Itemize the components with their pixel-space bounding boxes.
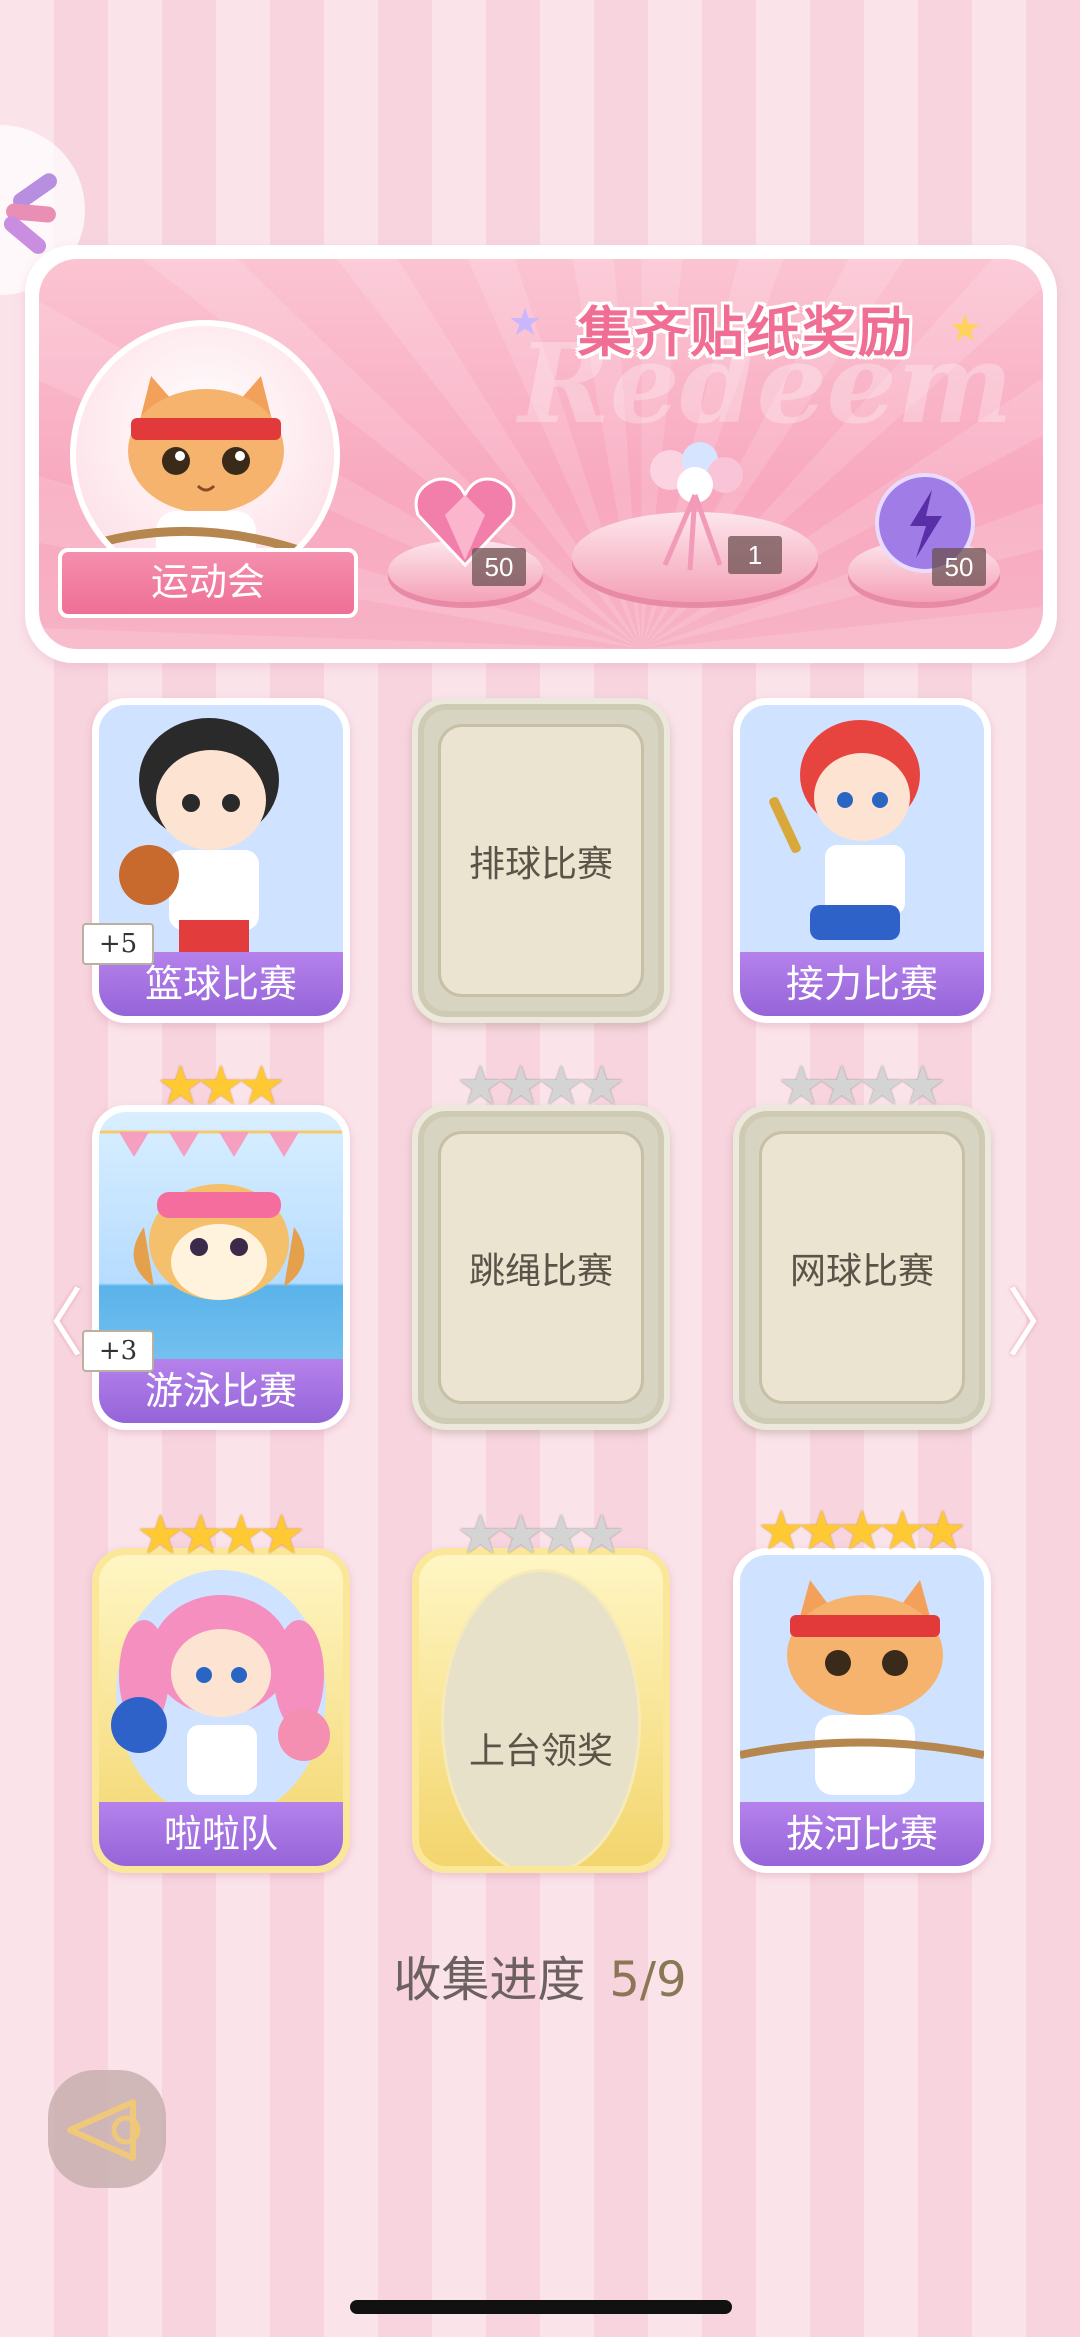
star-rating: ★★★★ [92,1508,350,1562]
card-frame: 接力比赛 [733,698,991,1023]
star-icon: ★ [898,1054,947,1117]
banner-title: 集齐贴纸奖励 [578,301,914,364]
bonus-badge: +5 [82,923,154,965]
card-frame-locked: 跳绳比赛 [412,1105,670,1430]
cheerleader-girl-illustration [111,1570,330,1820]
star-icon: ★ [508,300,543,344]
card-label: 上台领奖 [468,1731,613,1772]
collection-progress: 收集进度 5/9 [0,1940,1080,2010]
sticker-card-relay[interactable]: 接力比赛 [733,698,991,1023]
card-inner: 排球比赛 [438,724,644,997]
card-frame: 游泳比赛 [92,1105,350,1430]
sticker-card-swimming[interactable]: ★★★ 游泳比赛 +3 [82,1059,350,1430]
reward-quantity: 50 [932,548,986,586]
sticker-card-jump-rope[interactable]: 跳绳比赛 ★★★★ [412,1059,670,1430]
card-label: 拔河比赛 [740,1802,984,1866]
progress-value: 5/9 [609,1952,687,2008]
star-rating: ★★★★ [412,1508,670,1562]
card-label: 啦啦队 [99,1802,343,1866]
star-icon: ★ [257,1503,306,1566]
sticker-card-award-ceremony[interactable]: 上台领奖 ★★★★ [412,1508,670,1873]
back-arrow-icon [67,2099,141,2161]
back-button[interactable] [48,2070,166,2188]
sticker-card-volleyball[interactable]: 排球比赛 [412,698,670,1023]
cat-athlete-icon [104,376,318,581]
sticker-card-basketball[interactable]: 篮球比赛 +5 [82,698,350,1023]
bonus-badge: +3 [82,1330,154,1372]
card-frame-gold: 啦啦队 [92,1548,350,1873]
card-frame-locked: 网球比赛 [733,1105,991,1430]
sticker-card-cheerleading[interactable]: 啦啦队 ★★★★ [92,1508,350,1873]
sticker-card-tug-of-war[interactable]: 拔河比赛 ★★★★★ [733,1504,991,1873]
tug-of-war-cat-illustration [740,1580,984,1795]
relay-runner-illustration [769,720,920,940]
card-label: 接力比赛 [740,952,984,1016]
card-label: 排球比赛 [468,843,613,885]
star-rating: ★★★★ [412,1059,670,1113]
card-inner: 跳绳比赛 [438,1131,644,1404]
card-oval-locked: 上台领奖 [441,1569,641,1866]
card-label: 网球比赛 [789,1250,934,1292]
event-name-ribbon: 运动会 [58,548,358,618]
sticker-card-tennis[interactable]: 网球比赛 ★★★★ [733,1059,991,1430]
card-frame: 篮球比赛 [92,698,350,1023]
card-frame-gold: 上台领奖 [412,1548,670,1873]
star-rating: ★★★★ [733,1059,991,1113]
star-icon: ★ [577,1054,626,1117]
star-icon: ★ [948,306,983,350]
reward-quantity: 50 [472,548,526,586]
next-page-arrow-icon[interactable]: 〉 [1006,1264,1080,1371]
star-rating: ★★★★★ [733,1504,991,1558]
card-frame: 拔河比赛 [733,1548,991,1873]
progress-label: 收集进度 [393,1952,586,2008]
card-frame-locked: 排球比赛 [412,698,670,1023]
home-indicator[interactable] [350,2300,732,2314]
card-label: 跳绳比赛 [468,1250,613,1292]
reward-quantity: 1 [728,536,782,574]
previous-page-arrow-icon[interactable]: 〈 [10,1264,84,1371]
star-icon: ★ [577,1503,626,1566]
star-icon: ★ [918,1499,968,1562]
card-inner: 网球比赛 [759,1131,965,1404]
